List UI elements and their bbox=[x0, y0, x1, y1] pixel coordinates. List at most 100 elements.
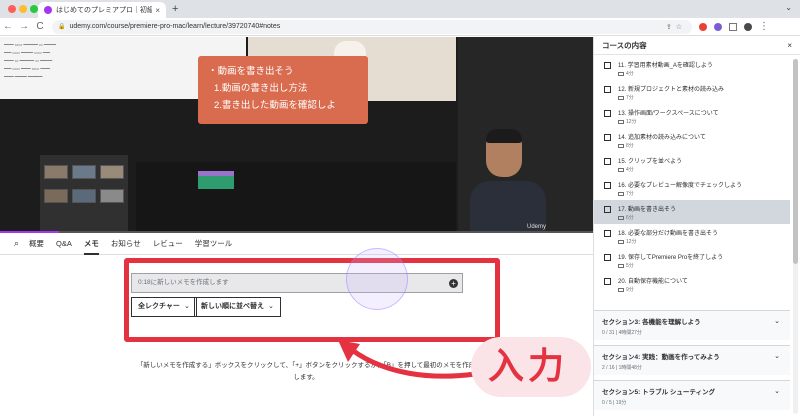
profile-avatar[interactable] bbox=[744, 22, 752, 31]
lecture-title: 12. 新規プロジェクトと素材の読み込み bbox=[618, 87, 725, 93]
video-icon bbox=[618, 143, 624, 148]
tab-notes[interactable]: メモ bbox=[83, 233, 99, 255]
lecture-list: 11. 学習用素材動画_Aを確認しよう 4分 12. 新規プロジェクトと素材の読み込… bbox=[594, 56, 790, 296]
close-window-button[interactable] bbox=[8, 5, 16, 13]
lecture-checkbox[interactable] bbox=[604, 254, 611, 261]
chevron-down-icon: ⌄ bbox=[268, 303, 274, 310]
duration-text: 5分 bbox=[626, 263, 634, 269]
lecture-item[interactable]: 18. 必要な部分だけ動画を書き出そう 12分 bbox=[594, 224, 790, 248]
lecture-item[interactable]: 14. 追加素材の読み込みについて 8分 bbox=[594, 128, 790, 152]
red-arrow-icon bbox=[338, 340, 478, 379]
tab-qa[interactable]: Q&A bbox=[56, 233, 72, 255]
lock-icon: 🔒 bbox=[58, 24, 66, 30]
forward-button[interactable]: → bbox=[16, 21, 32, 32]
course-section[interactable]: セクション5: トラブル シューティング 0 / 5 | 19分 ⌄ bbox=[594, 380, 790, 410]
sidebar-scrollbar[interactable] bbox=[793, 59, 798, 414]
video-project-panel bbox=[40, 155, 128, 233]
lecture-checkbox[interactable] bbox=[604, 158, 611, 165]
lecture-item[interactable]: 12. 新規プロジェクトと素材の読み込み 7分 bbox=[594, 80, 790, 104]
extension-icon[interactable] bbox=[699, 22, 707, 31]
click-cursor-highlight bbox=[346, 248, 408, 310]
lecture-item[interactable]: 19. 保存してPremiere Proを終了しよう 5分 bbox=[594, 248, 790, 272]
browser-tab[interactable]: はじめてのプレミアプロ｜初級入 × bbox=[38, 2, 166, 18]
video-icon bbox=[618, 167, 624, 172]
sidebar-title: コースの内容 bbox=[602, 41, 647, 50]
lecture-filter-dropdown[interactable]: 全レクチャー ⌄ bbox=[131, 297, 197, 317]
lecture-checkbox[interactable] bbox=[604, 230, 611, 237]
reload-button[interactable]: C bbox=[32, 21, 48, 32]
lecture-item[interactable]: 17. 動画を書き出そう 6分 bbox=[594, 200, 790, 224]
extensions-puzzle-icon[interactable] bbox=[729, 22, 737, 31]
tab-announcements[interactable]: お知らせ bbox=[111, 233, 141, 255]
duration-text: 9分 bbox=[626, 287, 634, 293]
timeline-clip bbox=[198, 171, 234, 189]
video-icon bbox=[618, 239, 624, 244]
lecture-duration: 8分 bbox=[618, 142, 634, 149]
video-icon bbox=[618, 191, 624, 196]
lecture-duration: 5分 bbox=[618, 262, 634, 269]
lecture-title: 15. クリップを並べよう bbox=[618, 159, 683, 165]
lecture-checkbox[interactable] bbox=[604, 278, 611, 285]
section-title: セクション5: トラブル シューティング bbox=[602, 389, 716, 396]
search-icon[interactable]: ⌕ bbox=[14, 238, 19, 249]
address-bar[interactable]: 🔒 udemy.com/course/premiere-pro-mac/lear… bbox=[52, 19, 692, 34]
lecture-item[interactable]: 15. クリップを並べよう 4分 bbox=[594, 152, 790, 176]
duration-text: 12分 bbox=[626, 239, 637, 245]
lecture-checkbox[interactable] bbox=[604, 62, 611, 69]
duration-text: 8分 bbox=[626, 143, 634, 149]
lecture-title: 19. 保存してPremiere Proを終了しよう bbox=[618, 255, 724, 261]
maximize-window-button[interactable] bbox=[30, 5, 38, 13]
section-title: セクション3: 各機能を理解しよう bbox=[602, 319, 701, 326]
browser-menu-icon[interactable]: ⋮ bbox=[756, 21, 772, 32]
lecture-item[interactable]: 13. 操作画面/ワークスペースについて 12分 bbox=[594, 104, 790, 128]
section-progress: 2 / 16 | 1時間48分 bbox=[602, 365, 642, 371]
chevron-down-icon: ⌄ bbox=[774, 388, 780, 395]
tab-learning-tools[interactable]: 学習ツール bbox=[195, 233, 233, 255]
lecture-duration: 4分 bbox=[618, 70, 634, 77]
lecture-item[interactable]: 20. 自動保存機能について 9分 bbox=[594, 272, 790, 296]
lecture-checkbox[interactable] bbox=[604, 110, 611, 117]
video-icon bbox=[618, 215, 624, 220]
course-content-sidebar: コースの内容 × 11. 学習用素材動画_Aを確認しよう 4分 12. 新規プロジェ… bbox=[593, 37, 800, 416]
lecture-duration: 7分 bbox=[618, 190, 634, 197]
lecture-title: 13. 操作画面/ワークスペースについて bbox=[618, 111, 719, 117]
scrollbar-thumb[interactable] bbox=[793, 59, 798, 264]
lecture-title: 20. 自動保存機能について bbox=[618, 279, 688, 285]
tab-reviews[interactable]: レビュー bbox=[153, 233, 183, 255]
chevron-down-icon: ⌄ bbox=[774, 353, 780, 360]
lecture-duration: 7分 bbox=[618, 94, 634, 101]
add-note-icon[interactable]: + bbox=[449, 279, 458, 288]
lecture-duration: 12分 bbox=[618, 238, 637, 245]
lecture-item[interactable]: 16. 必要なプレビュー解像度でチェックしよう 7分 bbox=[594, 176, 790, 200]
lecture-filter-label: 全レクチャー bbox=[138, 303, 180, 310]
section-progress: 0 / 31 | 4時間27分 bbox=[602, 330, 642, 336]
tab-title: はじめてのプレミアプロ｜初級入 bbox=[56, 7, 153, 14]
close-icon[interactable]: × bbox=[787, 41, 792, 50]
tab-close-icon[interactable]: × bbox=[155, 6, 160, 15]
new-tab-button[interactable]: + bbox=[172, 3, 178, 15]
tab-search-chevron-icon[interactable]: ⌄ bbox=[785, 3, 792, 12]
lecture-item[interactable]: 11. 学習用素材動画_Aを確認しよう 4分 bbox=[594, 56, 790, 80]
udemy-watermark: Udemy bbox=[527, 224, 547, 230]
tab-overview[interactable]: 概要 bbox=[29, 233, 44, 255]
sort-dropdown[interactable]: 新しい順に並べ替え ⌄ bbox=[194, 297, 281, 317]
minimize-window-button[interactable] bbox=[19, 5, 27, 13]
lecture-checkbox[interactable] bbox=[604, 206, 611, 213]
duration-text: 4分 bbox=[626, 167, 634, 173]
lecture-checkbox[interactable] bbox=[604, 182, 611, 189]
lecture-checkbox[interactable] bbox=[604, 134, 611, 141]
udemy-favicon-icon bbox=[44, 6, 52, 14]
extension-icon[interactable] bbox=[714, 22, 722, 31]
omnibox-tools-icon[interactable]: ⇪☆ bbox=[666, 23, 686, 31]
lecture-checkbox[interactable] bbox=[604, 86, 611, 93]
section-progress: 0 / 5 | 19分 bbox=[602, 400, 627, 406]
course-section[interactable]: セクション3: 各機能を理解しよう 0 / 31 | 4時間27分 ⌄ bbox=[594, 310, 790, 340]
course-section[interactable]: セクション4: 実践：動画を作ってみよう 2 / 16 | 1時間48分 ⌄ bbox=[594, 345, 790, 375]
back-button[interactable]: ← bbox=[0, 21, 16, 32]
video-timeline-panel bbox=[136, 162, 456, 232]
new-note-input[interactable]: 0:18に新しいメモを作成します bbox=[131, 273, 463, 293]
video-icon bbox=[618, 71, 624, 76]
lecture-tabs: ⌕ 概要 Q&A メモ お知らせ レビュー 学習ツール bbox=[0, 233, 593, 255]
browser-toolbar: ← → C 🔒 udemy.com/course/premiere-pro-ma… bbox=[0, 18, 800, 36]
chevron-down-icon: ⌄ bbox=[183, 303, 190, 310]
